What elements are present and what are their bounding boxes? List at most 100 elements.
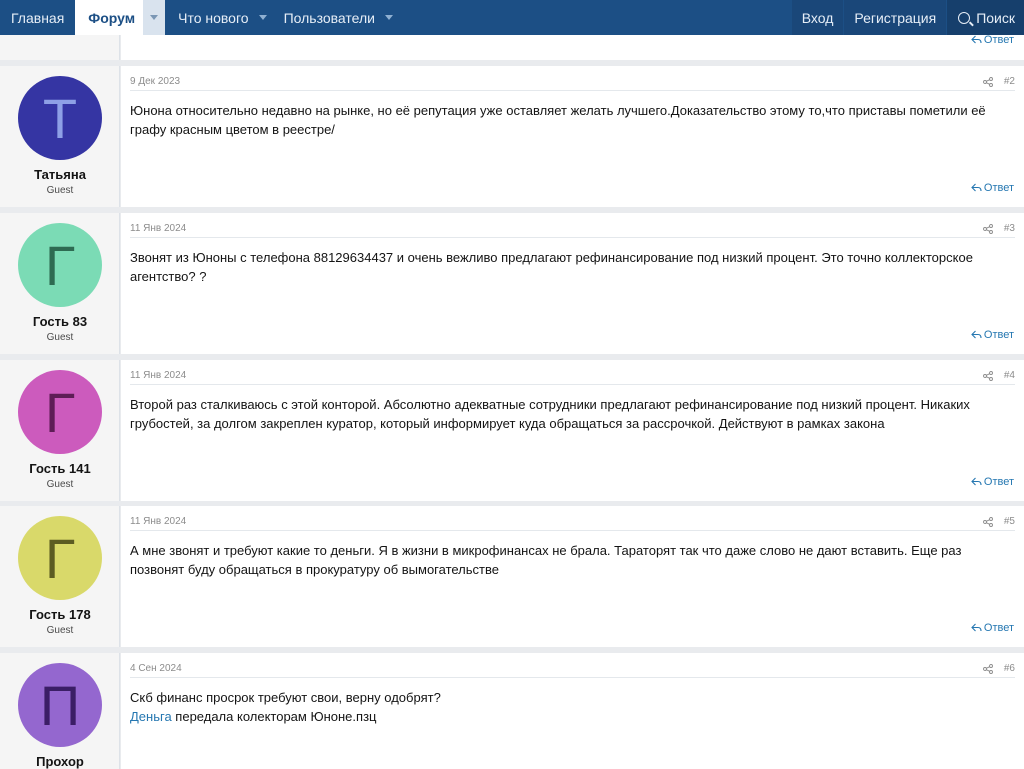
user-role: Guest: [46, 625, 74, 636]
user-role: Guest: [46, 479, 74, 490]
post-content: 9 Дек 2023 #2 Юнона относительно недавно…: [121, 66, 1024, 207]
post-text-line: Деньга передала колекторам Юноне.пзц: [130, 707, 1012, 726]
reply-icon: [971, 477, 982, 486]
reply-button[interactable]: Ответ: [971, 329, 1014, 341]
post-text: Скб финанс просрок требуют свои, верну о…: [130, 688, 1012, 726]
post-number[interactable]: #6: [1004, 663, 1015, 674]
reply-icon: [971, 623, 982, 632]
reply-label: Ответ: [983, 329, 1014, 341]
post-number[interactable]: #5: [1004, 516, 1015, 527]
post-number[interactable]: #3: [1004, 223, 1015, 234]
reply-button[interactable]: Ответ: [971, 622, 1014, 634]
avatar-initial: Т: [42, 86, 78, 150]
avatar-initial: Г: [44, 233, 76, 297]
login-label: Вход: [801, 9, 834, 26]
chevron-down-icon[interactable]: [258, 15, 267, 20]
reply-button[interactable]: Ответ: [971, 476, 1014, 488]
username[interactable]: Гость 178: [0, 607, 120, 622]
nav-forum-label: Форум: [88, 9, 136, 26]
post-content: 11 Янв 2024 #5 А мне звонят и требуют ка…: [121, 506, 1024, 647]
reply-button[interactable]: Ответ: [971, 182, 1014, 194]
nav-whats-new-label: Что нового: [178, 9, 249, 26]
username[interactable]: Гость 141: [0, 461, 120, 476]
share-icon[interactable]: [983, 224, 993, 234]
register-label: Регистрация: [854, 9, 937, 26]
avatar-initial: П: [39, 673, 81, 737]
reply-button[interactable]: Ответ: [971, 34, 1014, 46]
search-icon: [958, 11, 971, 24]
user-role: Guest: [46, 332, 74, 343]
username[interactable]: Гость 83: [0, 314, 120, 329]
user-role: Guest: [46, 185, 74, 196]
reply-icon: [971, 35, 982, 44]
post-date[interactable]: 11 Янв 2024: [130, 223, 186, 234]
nav-home-label: Главная: [11, 9, 65, 26]
post-text-tail: передала колекторам Юноне.пзц: [171, 709, 377, 724]
reply-icon: [971, 330, 982, 339]
post-date[interactable]: 11 Янв 2024: [130, 516, 186, 527]
reply-label: Ответ: [983, 476, 1014, 488]
post-header: 4 Сен 2024 #6: [130, 661, 1015, 678]
post-header: 11 Янв 2024 #5: [130, 514, 1015, 531]
chevron-down-icon: [150, 15, 159, 20]
reply-label: Ответ: [983, 34, 1014, 46]
nav-forum-dropdown[interactable]: [143, 0, 166, 35]
nav-forum[interactable]: Форум: [75, 0, 166, 35]
nav-whats-new[interactable]: Что нового: [165, 0, 277, 35]
post-text-line: Скб финанс просрок требуют свои, верну о…: [130, 690, 441, 705]
search-label: Поиск: [976, 9, 1015, 26]
avatar[interactable]: Г: [18, 516, 102, 600]
post-date[interactable]: 9 Дек 2023: [130, 76, 180, 87]
post: Г Гость 141 Guest 11 Янв 2024 #4 Второй …: [0, 360, 1024, 501]
share-icon[interactable]: [983, 664, 993, 674]
post-text: Второй раз сталкиваюсь с этой конторой. …: [130, 397, 970, 431]
search-button[interactable]: Поиск: [947, 0, 1024, 35]
post: Г Гость 83 Guest 11 Янв 2024 #3 Звонят и…: [0, 213, 1024, 354]
post-author-panel: П Прохор Guest: [0, 653, 120, 769]
username[interactable]: Татьяна: [0, 167, 120, 182]
reply-label: Ответ: [983, 622, 1014, 634]
avatar[interactable]: Г: [18, 223, 102, 307]
register-button[interactable]: Регистрация: [844, 0, 947, 35]
post: Г Гость 178 Guest 11 Янв 2024 #5 А мне з…: [0, 506, 1024, 647]
post-content: 11 Янв 2024 #3 Звонят из Юноны с телефон…: [121, 213, 1024, 354]
post-header: 11 Янв 2024 #3: [130, 221, 1015, 238]
post-number[interactable]: #2: [1004, 76, 1015, 87]
login-button[interactable]: Вход: [791, 0, 844, 35]
nav-users-label: Пользователи: [283, 9, 375, 26]
post-text: Звонят из Юноны с телефона 88129634437 и…: [130, 250, 973, 284]
post-number[interactable]: #4: [1004, 370, 1015, 381]
share-icon[interactable]: [983, 371, 993, 381]
nav-users[interactable]: Пользователи: [278, 0, 404, 35]
post-date[interactable]: 11 Янв 2024: [130, 370, 186, 381]
post: Т Татьяна Guest 9 Дек 2023 #2 Юнона отно…: [0, 66, 1024, 207]
post-content: 11 Янв 2024 #4 Второй раз сталкиваюсь с …: [121, 360, 1024, 501]
post-header: 11 Янв 2024 #4: [130, 368, 1015, 385]
post-text: Юнона относительно недавно на рынке, но …: [130, 103, 986, 137]
nav-account: Вход Регистрация Поиск: [791, 0, 1024, 35]
post-date[interactable]: 4 Сен 2024: [130, 663, 182, 674]
post-content: 4 Сен 2024 #6 Скб финанс просрок требуют…: [121, 653, 1024, 769]
share-icon[interactable]: [983, 77, 993, 87]
post-author-panel: Г Гость 141 Guest: [0, 360, 120, 501]
avatar[interactable]: П: [18, 663, 102, 747]
post-header: 9 Дек 2023 #2: [130, 74, 1015, 91]
post-text: А мне звонят и требуют какие то деньги. …: [130, 543, 962, 577]
top-nav: Главная Форум Что нового Пользователи Вх…: [0, 0, 1024, 35]
avatar-initial: Г: [44, 380, 76, 444]
post-link[interactable]: Деньга: [130, 709, 172, 724]
post-author-panel: Т Татьяна Guest: [0, 66, 120, 207]
post: П Прохор Guest 4 Сен 2024 #6 Скб финанс …: [0, 653, 1024, 769]
previous-post-fragment: Ответ: [0, 34, 1024, 60]
post-author-panel: Г Гость 83 Guest: [0, 213, 120, 354]
reply-icon: [971, 183, 982, 192]
avatar-initial: Г: [44, 526, 76, 590]
post-author-panel: Г Гость 178 Guest: [0, 506, 120, 647]
username[interactable]: Прохор: [0, 754, 120, 769]
share-icon[interactable]: [983, 517, 993, 527]
avatar[interactable]: Т: [18, 76, 102, 160]
reply-label: Ответ: [983, 182, 1014, 194]
avatar[interactable]: Г: [18, 370, 102, 454]
nav-home[interactable]: Главная: [0, 0, 75, 35]
chevron-down-icon[interactable]: [384, 15, 393, 20]
